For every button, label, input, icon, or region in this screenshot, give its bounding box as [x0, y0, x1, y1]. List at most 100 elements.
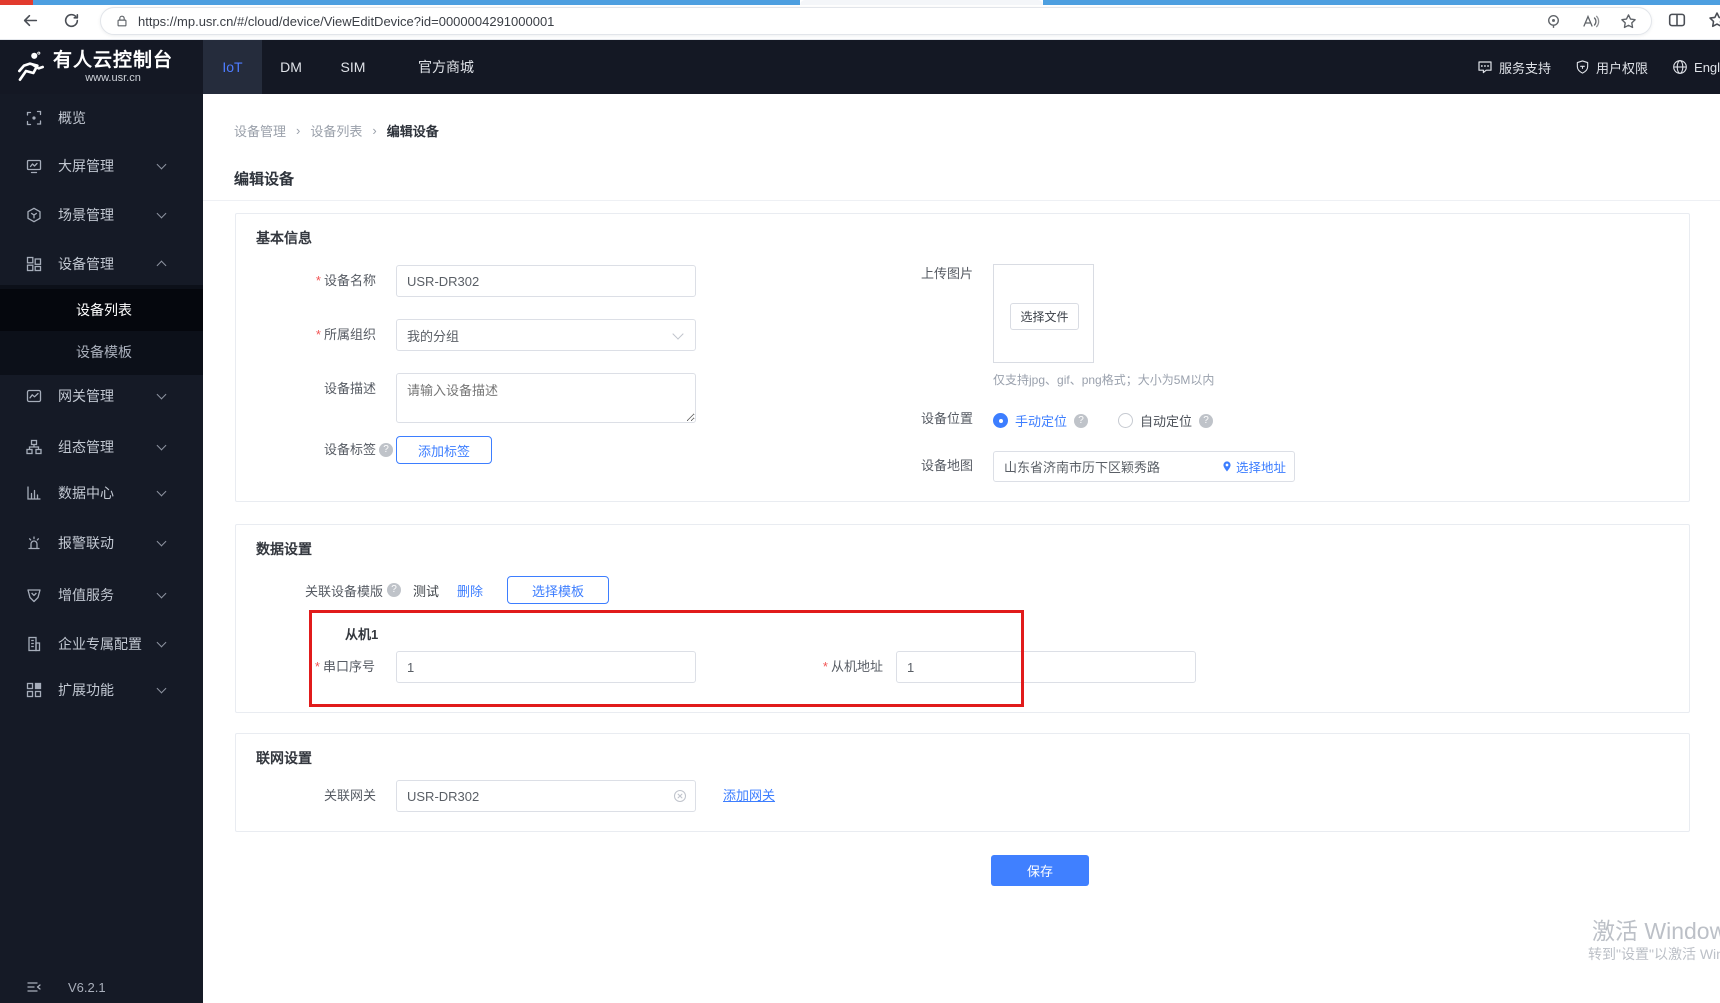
- chevron-down-icon: [156, 389, 167, 400]
- address-bar[interactable]: https://mp.usr.cn/#/cloud/device/ViewEdi…: [100, 7, 1652, 35]
- sidebar-item-device[interactable]: 设备管理: [0, 244, 203, 284]
- chevron-down-icon: [156, 208, 167, 219]
- delete-template-link[interactable]: 删除: [457, 581, 483, 600]
- alarm-icon: [26, 535, 42, 551]
- section-title-network: 联网设置: [256, 750, 312, 766]
- sidebar-item-device-list[interactable]: 设备列表: [0, 289, 203, 331]
- scene-icon: [26, 207, 42, 223]
- help-icon[interactable]: ?: [1199, 413, 1214, 428]
- back-button[interactable]: [19, 9, 41, 31]
- chevron-down-icon: [156, 440, 167, 451]
- manual-locate-label[interactable]: 手动定位: [1015, 411, 1067, 430]
- slave-title: 从机1: [345, 627, 379, 642]
- app-header: 有人云控制台 www.usr.cn IoT DM SIM 官方商城 服务支持 用…: [0, 40, 1720, 94]
- slave-address-input[interactable]: [896, 651, 1196, 683]
- enterprise-icon: [26, 636, 42, 652]
- nav-tab-dm[interactable]: DM: [262, 40, 320, 94]
- sidebar-item-enterprise[interactable]: 企业专属配置: [0, 624, 203, 664]
- lock-icon: [115, 14, 129, 28]
- chat-icon: [1477, 59, 1493, 75]
- auto-locate-label[interactable]: 自动定位: [1140, 411, 1192, 430]
- sidebar-item-scene[interactable]: 场景管理: [0, 195, 203, 235]
- breadcrumb-device-management[interactable]: 设备管理: [234, 121, 286, 140]
- organization-label: * 所属组织: [315, 327, 376, 342]
- add-tag-button[interactable]: 添加标签: [396, 436, 492, 464]
- clear-icon[interactable]: [673, 789, 687, 803]
- breadcrumb-device-list[interactable]: 设备列表: [310, 121, 362, 140]
- title-divider: [203, 200, 1720, 201]
- top-nav: IoT DM SIM 官方商城: [203, 40, 506, 94]
- tabstrip-blue-segment-2: [1043, 0, 1720, 5]
- chevron-down-icon: [156, 486, 167, 497]
- section-title-basic: 基本信息: [256, 230, 312, 246]
- browser-extra-icon[interactable]: [1706, 9, 1720, 31]
- sidebar-item-device-template[interactable]: 设备模板: [0, 331, 203, 373]
- overview-icon: [26, 110, 42, 126]
- manual-locate-radio[interactable]: [993, 413, 1008, 428]
- sidebar-item-extension[interactable]: 扩展功能: [0, 670, 203, 710]
- upload-hint: 仅支持jpg、gif、png格式；大小为5M以内: [993, 373, 1215, 387]
- upload-dropzone[interactable]: 选择文件: [993, 264, 1094, 363]
- breadcrumb-separator: ›: [372, 123, 377, 138]
- sidebar-item-gateway[interactable]: 网关管理: [0, 376, 203, 416]
- location-indicator-icon[interactable]: [1545, 13, 1562, 30]
- tabstrip-blue-segment: [33, 0, 800, 5]
- data-center-icon: [26, 485, 42, 501]
- split-screen-icon[interactable]: [1666, 9, 1688, 31]
- service-support-link[interactable]: 服务支持: [1477, 58, 1551, 77]
- refresh-button[interactable]: [60, 9, 82, 31]
- device-name-label: * 设备名称: [315, 273, 376, 288]
- globe-icon: [1672, 59, 1688, 75]
- nav-tab-iot[interactable]: IoT: [203, 40, 262, 94]
- user-permission-link[interactable]: 用户权限: [1575, 58, 1648, 77]
- shield-icon: [1575, 59, 1590, 75]
- favorite-star-icon[interactable]: [1620, 13, 1637, 30]
- sidebar-item-scada[interactable]: 组态管理: [0, 427, 203, 467]
- auto-locate-radio[interactable]: [1118, 413, 1134, 428]
- device-name-input[interactable]: [396, 265, 696, 297]
- nav-tab-sim[interactable]: SIM: [320, 40, 386, 94]
- help-icon[interactable]: ?: [379, 443, 393, 457]
- url-text[interactable]: https://mp.usr.cn/#/cloud/device/ViewEdi…: [138, 14, 554, 29]
- windows-activation-watermark-sub: 转到"设置"以激活 Windows。: [1588, 946, 1720, 962]
- sidebar-item-overview[interactable]: 概览: [0, 98, 203, 138]
- sidebar-item-alarm[interactable]: 报警联动: [0, 523, 203, 563]
- help-icon[interactable]: ?: [387, 583, 402, 597]
- chevron-down-icon: [156, 683, 167, 694]
- serial-number-input[interactable]: [396, 651, 696, 683]
- tabstrip-red-segment: [0, 0, 33, 5]
- choose-address-link[interactable]: 选择地址: [1221, 457, 1286, 476]
- template-label: 关联设备模版: [305, 583, 384, 599]
- map-pin-icon: [1221, 460, 1233, 473]
- chevron-down-icon: [156, 159, 167, 170]
- map-address-input[interactable]: 山东省济南市历下区颖秀路 选择地址: [993, 451, 1295, 482]
- sidebar-item-datacenter[interactable]: 数据中心: [0, 473, 203, 513]
- browser-active-tab[interactable]: [800, 0, 1043, 5]
- data-settings-card: 数据设置 关联设备模版 ? 测试 删除 选择模板 从机1 *串口序号 *从机地址: [235, 524, 1690, 713]
- chevron-down-icon: [156, 536, 167, 547]
- help-icon[interactable]: ?: [1074, 413, 1089, 428]
- description-textarea[interactable]: [396, 373, 696, 423]
- read-aloud-icon[interactable]: [1582, 13, 1600, 30]
- choose-template-button[interactable]: 选择模板: [507, 576, 610, 604]
- big-screen-icon: [26, 158, 42, 174]
- network-settings-card: 联网设置 关联网关 USR-DR302 添加网关: [235, 733, 1690, 832]
- add-gateway-link[interactable]: 添加网关: [723, 780, 775, 812]
- language-switch[interactable]: English: [1672, 59, 1720, 75]
- nav-tab-shop[interactable]: 官方商城: [386, 40, 506, 94]
- extension-icon: [26, 682, 42, 698]
- sidebar-item-vas[interactable]: 增值服务: [0, 575, 203, 615]
- brand-title: 有人云控制台: [53, 49, 174, 71]
- organization-select[interactable]: [396, 319, 696, 351]
- sidebar-collapse-icon[interactable]: [26, 979, 42, 995]
- brand-logo[interactable]: 有人云控制台 www.usr.cn: [0, 40, 203, 94]
- slave-address-label: * 从机地址: [822, 659, 883, 674]
- choose-file-button[interactable]: 选择文件: [1010, 303, 1079, 330]
- chevron-down-icon: [156, 637, 167, 648]
- save-button[interactable]: 保存: [991, 855, 1089, 886]
- sidebar-item-bigscreen[interactable]: 大屏管理: [0, 146, 203, 186]
- chevron-up-icon: [156, 260, 167, 271]
- gateway-label: 关联网关: [323, 788, 376, 803]
- description-label: 设备描述: [323, 381, 376, 396]
- gateway-input[interactable]: USR-DR302: [396, 780, 696, 812]
